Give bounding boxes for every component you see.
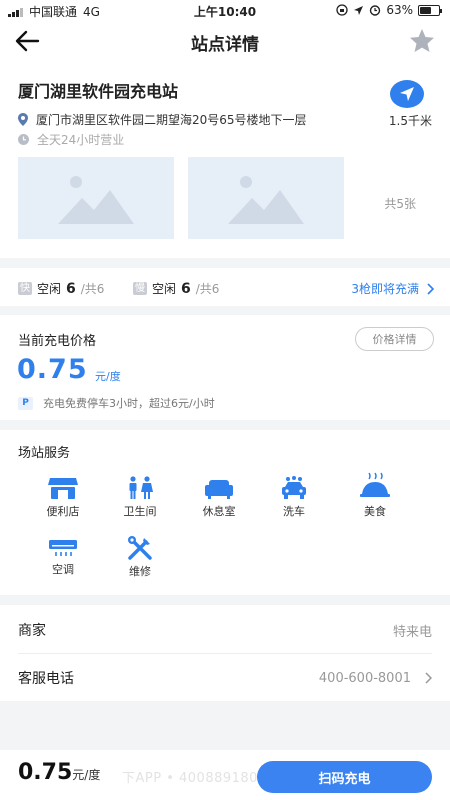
lock-rotation-icon xyxy=(336,4,348,16)
parking-info: P 充电免费停车3小时，超过6元/小时 xyxy=(18,395,215,411)
scan-to-charge-button[interactable]: 扫码充电 xyxy=(257,761,432,793)
bottom-price-value: 0.75 xyxy=(18,760,73,785)
phone-label: 客服电话 xyxy=(18,671,74,687)
services-card: 场站服务 便利店 卫生间 休息室 洗车 美食 空调 维修 xyxy=(0,430,450,595)
store-icon xyxy=(48,478,78,499)
services-title: 场站服务 xyxy=(18,446,71,461)
service-label: 空调 xyxy=(52,563,74,576)
service-item-restroom: 卫生间 xyxy=(110,476,170,519)
fast-charger-status: 快 空闲 6 /共6 xyxy=(18,280,104,297)
service-label: 卫生间 xyxy=(123,505,157,518)
service-item-air-conditioning: 空调 xyxy=(33,538,93,577)
service-item-store: 便利店 xyxy=(33,476,93,519)
navigate-button[interactable] xyxy=(390,80,424,108)
service-label: 美食 xyxy=(364,505,386,518)
service-label: 便利店 xyxy=(46,505,80,518)
location-arrow-icon xyxy=(354,5,364,15)
nav-bar: 站点详情 xyxy=(0,20,450,62)
slow-tag: 慢 xyxy=(133,282,147,295)
image-placeholder-icon xyxy=(228,176,304,224)
location-pin-icon xyxy=(18,113,28,126)
clock-icon xyxy=(18,134,29,145)
star-icon xyxy=(410,29,434,52)
parking-note: 充电免费停车3小时，超过6元/小时 xyxy=(43,397,215,410)
station-photo[interactable] xyxy=(18,157,174,239)
slow-total: /共6 xyxy=(195,282,220,296)
parking-icon: P xyxy=(18,396,33,410)
charger-availability: 快 空闲 6 /共6 慢 空闲 6 /共6 3枪即将充满 xyxy=(0,268,450,306)
food-icon xyxy=(360,472,390,497)
slow-charger-status: 慢 空闲 6 /共6 xyxy=(133,280,219,297)
service-item-repair: 维修 xyxy=(110,536,170,579)
bottom-price: 0.75元/度 xyxy=(18,760,100,785)
bottom-price-unit: 元/度 xyxy=(72,768,101,782)
status-right: 63% xyxy=(336,3,442,17)
slow-label: 空闲 xyxy=(152,282,177,296)
chevron-right-icon xyxy=(427,282,434,295)
sofa-icon xyxy=(205,480,233,499)
service-item-lounge: 休息室 xyxy=(189,476,249,519)
alarm-icon xyxy=(370,5,381,16)
address-row: 厦门市湖里区软件园二期望海20号65号楼地下一层 xyxy=(18,111,307,128)
distance-label: 1.5千米 xyxy=(388,114,432,128)
favorite-button[interactable] xyxy=(408,27,436,55)
service-item-food: 美食 xyxy=(345,472,405,519)
merchant-row: 商家 特来电 xyxy=(18,607,432,653)
price-value: 0.75 xyxy=(17,354,88,385)
image-placeholder-icon xyxy=(58,176,134,224)
price-unit: 元/度 xyxy=(95,370,121,383)
hours-row: 全天24小时营业 xyxy=(18,131,124,148)
divider xyxy=(18,653,432,654)
price-card: 当前充电价格 价格详情 0.75 元/度 P 充电免费停车3小时，超过6元/小时 xyxy=(0,315,450,420)
price-detail-button[interactable]: 价格详情 xyxy=(355,327,434,351)
charging-soon-link[interactable]: 3枪即将充满 xyxy=(351,280,434,297)
battery-icon xyxy=(418,4,442,16)
status-bar: 中国联通 4G 上午10:40 63% xyxy=(0,0,450,20)
price-title: 当前充电价格 xyxy=(18,334,97,349)
page-title: 站点详情 xyxy=(191,35,259,55)
fast-total: /共6 xyxy=(80,282,105,296)
station-name: 厦门湖里软件园充电站 xyxy=(18,82,179,101)
air-conditioner-icon xyxy=(49,540,77,556)
service-item-car-wash: 洗车 xyxy=(264,476,324,519)
navigation-arrow-icon xyxy=(400,87,414,101)
station-card: 厦门湖里软件园充电站 1.5千米 厦门市湖里区软件园二期望海20号65号楼地下一… xyxy=(0,62,450,258)
fast-free-count: 6 xyxy=(66,280,76,297)
charging-soon-text: 3枪即将充满 xyxy=(351,282,419,296)
repair-tools-icon xyxy=(128,536,152,560)
station-photo[interactable] xyxy=(188,157,344,239)
slow-free-count: 6 xyxy=(181,280,191,297)
info-card: 商家 特来电 客服电话 400-600-8001 xyxy=(0,605,450,701)
opening-hours: 全天24小时营业 xyxy=(37,133,125,147)
phone-value: 400-600-8001 xyxy=(318,670,411,686)
fast-label: 空闲 xyxy=(37,282,62,296)
merchant-label: 商家 xyxy=(18,623,46,639)
fast-tag: 快 xyxy=(18,282,32,295)
battery-fill xyxy=(420,6,432,14)
bottom-action-bar: 0.75元/度 下APP • 4008891800.COM 扫码充电 xyxy=(0,750,450,800)
service-label: 维修 xyxy=(129,565,151,578)
service-label: 洗车 xyxy=(283,505,305,518)
phone-row[interactable]: 客服电话 400-600-8001 xyxy=(18,655,432,701)
chevron-right-icon xyxy=(425,672,432,684)
car-wash-icon xyxy=(282,476,306,499)
service-label: 休息室 xyxy=(202,505,236,518)
restroom-icon xyxy=(129,476,153,499)
battery-percent: 63% xyxy=(386,3,413,17)
photo-count[interactable]: 共5张 xyxy=(384,195,416,212)
station-address: 厦门市湖里区软件园二期望海20号65号楼地下一层 xyxy=(36,113,307,127)
merchant-value: 特来电 xyxy=(392,624,432,640)
